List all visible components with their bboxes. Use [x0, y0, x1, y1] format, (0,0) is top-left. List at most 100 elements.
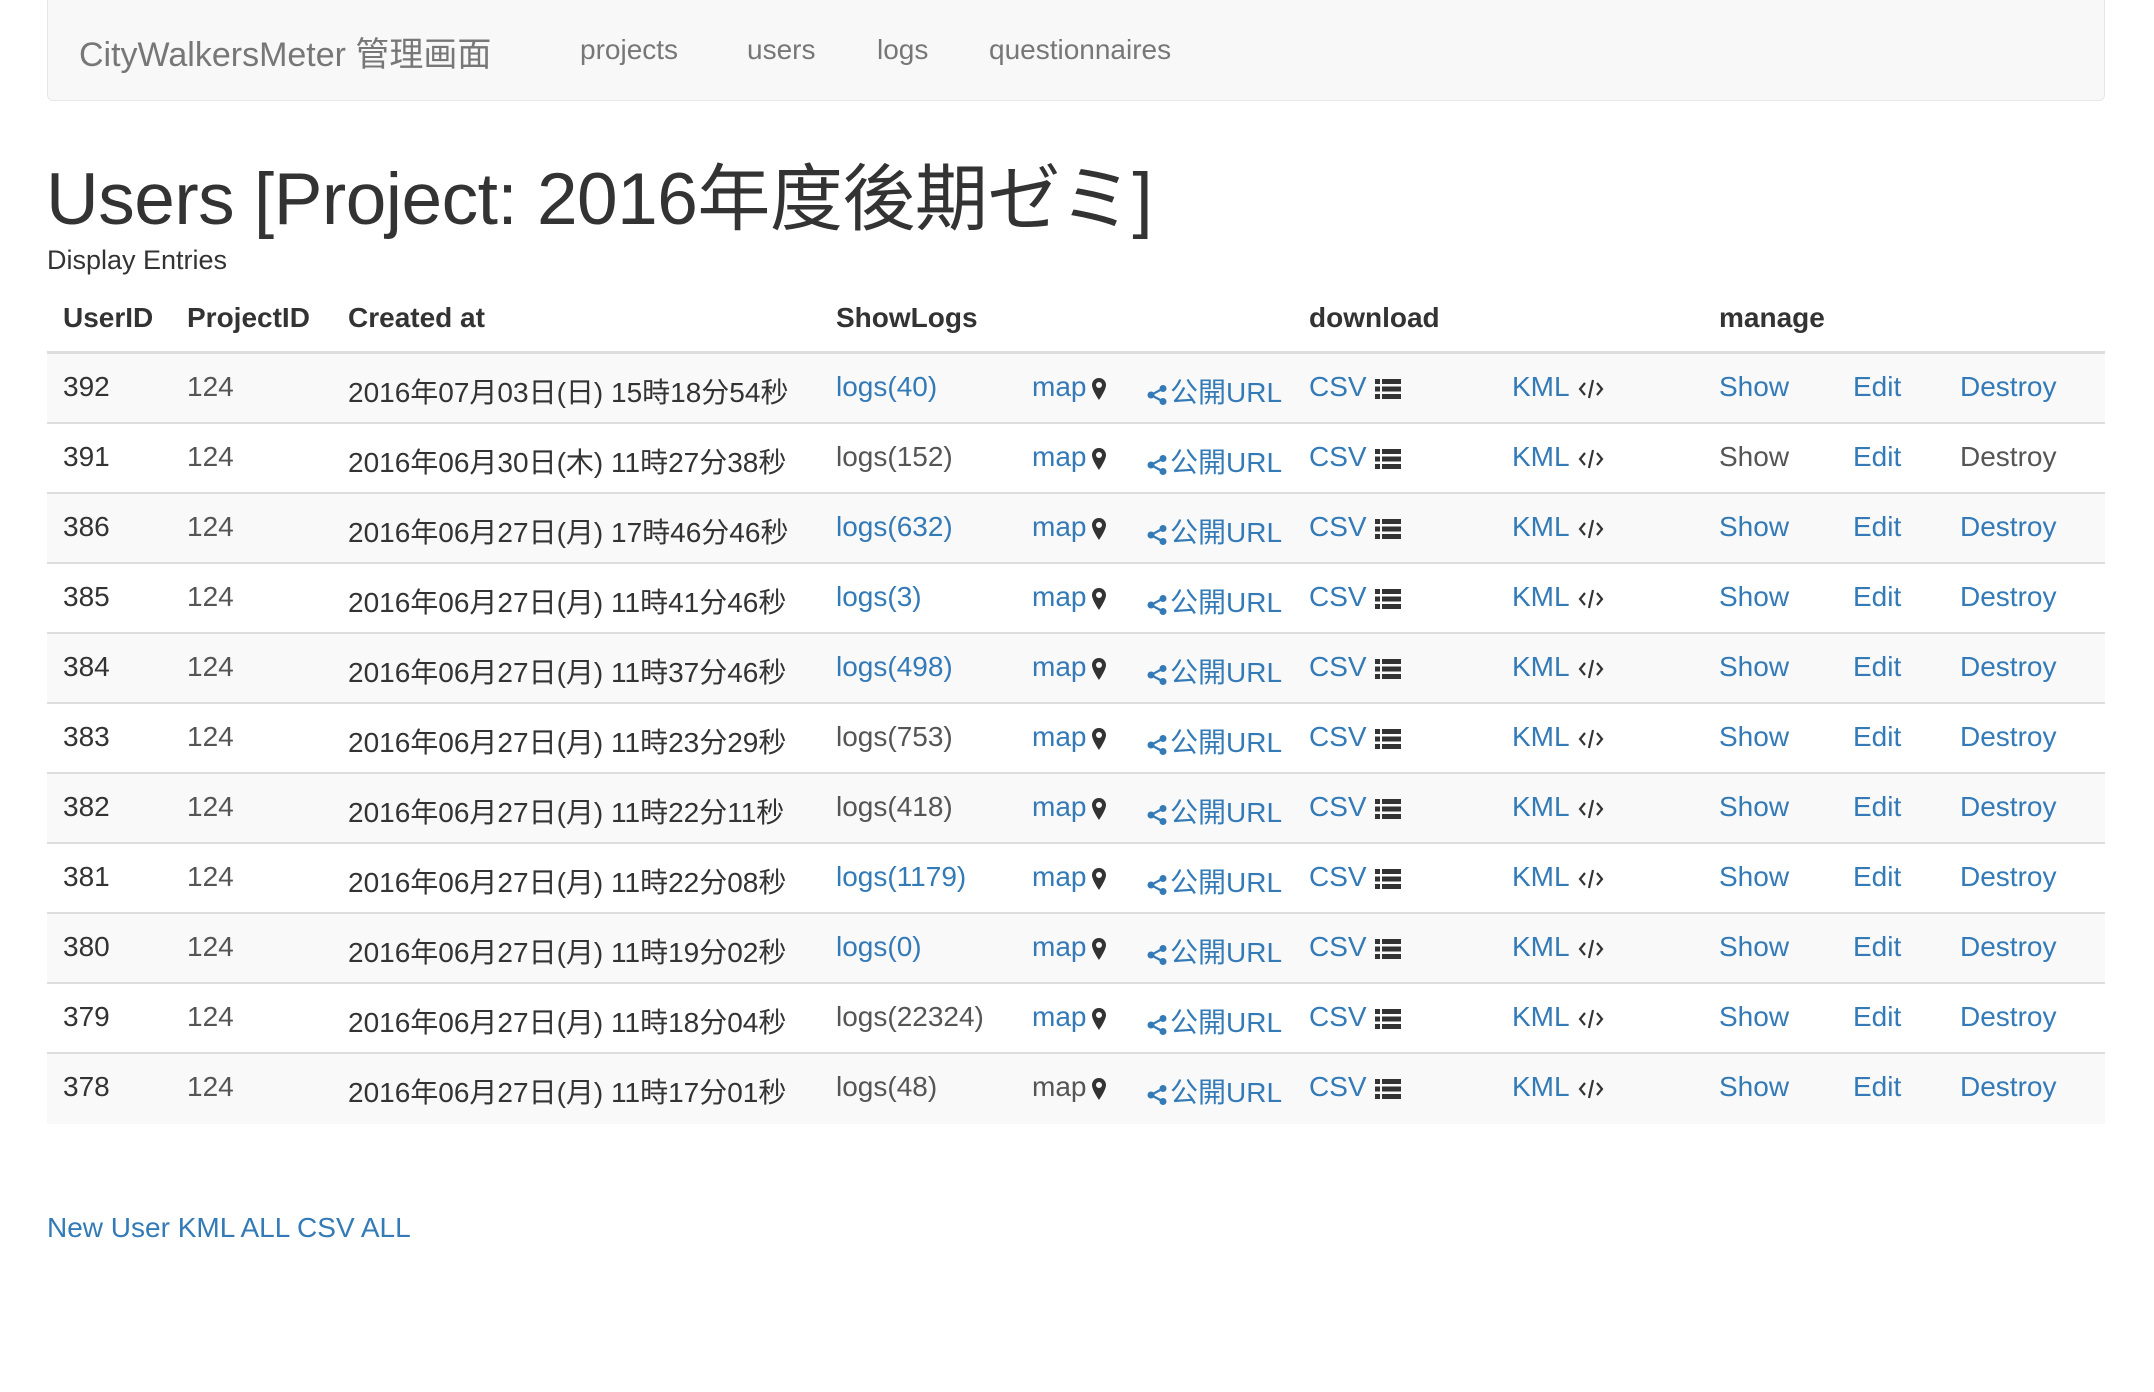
map-link[interactable]: map [1032, 721, 1107, 753]
csv-link[interactable]: CSV [1309, 441, 1401, 473]
public-url-link[interactable]: 公開URL [1146, 1071, 1282, 1111]
show-link[interactable]: Show [1719, 861, 1789, 893]
logs-link[interactable]: logs(632) [836, 511, 953, 543]
map-link[interactable]: map [1032, 441, 1107, 473]
logs-link[interactable]: logs(3) [836, 581, 922, 613]
destroy-link[interactable]: Destroy [1960, 371, 2056, 403]
nav-link-projects[interactable]: projects [580, 34, 678, 66]
csv-link[interactable]: CSV [1309, 581, 1401, 613]
public-url-label: 公開URL [1170, 377, 1283, 408]
nav-link-users[interactable]: users [747, 34, 815, 66]
edit-link[interactable]: Edit [1853, 511, 1901, 543]
edit-link[interactable]: Edit [1853, 1071, 1901, 1103]
show-link[interactable]: Show [1719, 651, 1789, 683]
edit-link[interactable]: Edit [1853, 441, 1901, 473]
csv-link[interactable]: CSV [1309, 511, 1401, 543]
public-url-link[interactable]: 公開URL [1146, 371, 1282, 411]
logs-link[interactable]: logs(40) [836, 371, 937, 403]
csv-link[interactable]: CSV [1309, 371, 1401, 403]
code-icon [1578, 589, 1604, 608]
kml-link[interactable]: KML [1512, 651, 1604, 683]
edit-link[interactable]: Edit [1853, 371, 1901, 403]
destroy-link[interactable]: Destroy [1960, 581, 2056, 613]
kml-link[interactable]: KML [1512, 931, 1604, 963]
edit-link[interactable]: Edit [1853, 931, 1901, 963]
nav-link-logs[interactable]: logs [877, 34, 928, 66]
public-url-link[interactable]: 公開URL [1146, 931, 1282, 971]
map-link[interactable]: map [1032, 651, 1107, 683]
edit-link[interactable]: Edit [1853, 721, 1901, 753]
show-link[interactable]: Show [1719, 791, 1789, 823]
show-link[interactable]: Show [1719, 1001, 1789, 1033]
destroy-link[interactable]: Destroy [1960, 791, 2056, 823]
csv-link[interactable]: CSV [1309, 861, 1401, 893]
show-link[interactable]: Show [1719, 721, 1789, 753]
table-row: 386 124 2016年06月27日(月) 17時46分46秒 logs(632) m… [47, 494, 2105, 564]
show-link[interactable]: Show [1719, 511, 1789, 543]
kml-link[interactable]: KML [1512, 791, 1604, 823]
destroy-link[interactable]: Destroy [1960, 721, 2056, 753]
kml-link[interactable]: KML [1512, 511, 1604, 543]
show-link[interactable]: Show [1719, 1071, 1789, 1103]
csv-link[interactable]: CSV [1309, 791, 1401, 823]
public-url-link[interactable]: 公開URL [1146, 581, 1282, 621]
edit-link[interactable]: Edit [1853, 861, 1901, 893]
csv-all-link[interactable]: CSV ALL [297, 1212, 411, 1243]
kml-all-link[interactable]: KML ALL [178, 1212, 290, 1243]
map-link[interactable]: map [1032, 581, 1107, 613]
nav-link-questionnaires[interactable]: questionnaires [989, 34, 1171, 66]
destroy-link[interactable]: Destroy [1960, 1001, 2056, 1033]
kml-link[interactable]: KML [1512, 861, 1604, 893]
csv-link[interactable]: CSV [1309, 931, 1401, 963]
csv-link[interactable]: CSV [1309, 721, 1401, 753]
public-url-link[interactable]: 公開URL [1146, 651, 1282, 691]
edit-link[interactable]: Edit [1853, 1001, 1901, 1033]
edit-link[interactable]: Edit [1853, 581, 1901, 613]
destroy-link[interactable]: Destroy [1960, 931, 2056, 963]
public-url-link[interactable]: 公開URL [1146, 441, 1282, 481]
show-link[interactable]: Show [1719, 581, 1789, 613]
kml-label: KML [1512, 931, 1570, 962]
map-link[interactable]: map [1032, 511, 1107, 543]
share-icon [1147, 1014, 1167, 1035]
csv-link[interactable]: CSV [1309, 1001, 1401, 1033]
public-url-label: 公開URL [1170, 1007, 1283, 1038]
destroy-link[interactable]: Destroy [1960, 1071, 2056, 1103]
new-user-link[interactable]: New User [47, 1212, 170, 1243]
public-url-link[interactable]: 公開URL [1146, 511, 1282, 551]
map-link[interactable]: map [1032, 371, 1107, 403]
destroy-link[interactable]: Destroy [1960, 861, 2056, 893]
show-link[interactable]: Show [1719, 931, 1789, 963]
public-url-link[interactable]: 公開URL [1146, 791, 1282, 831]
csv-label: CSV [1309, 651, 1367, 682]
kml-link[interactable]: KML [1512, 441, 1604, 473]
edit-link[interactable]: Edit [1853, 651, 1901, 683]
map-link-label: map [1032, 791, 1087, 822]
kml-label: KML [1512, 721, 1570, 752]
brand-link[interactable]: CityWalkersMeter 管理画面 [79, 27, 491, 76]
destroy-link[interactable]: Destroy [1960, 511, 2056, 543]
kml-link[interactable]: KML [1512, 371, 1604, 403]
kml-link[interactable]: KML [1512, 1071, 1604, 1103]
map-link-label: map [1032, 371, 1087, 402]
public-url-link[interactable]: 公開URL [1146, 861, 1282, 901]
list-icon [1374, 518, 1401, 539]
kml-link[interactable]: KML [1512, 581, 1604, 613]
map-link[interactable]: map [1032, 861, 1107, 893]
map-link[interactable]: map [1032, 1001, 1107, 1033]
public-url-link[interactable]: 公開URL [1146, 1001, 1282, 1041]
public-url-link[interactable]: 公開URL [1146, 721, 1282, 761]
map-link[interactable]: map [1032, 931, 1107, 963]
edit-link[interactable]: Edit [1853, 791, 1901, 823]
show-link[interactable]: Show [1719, 371, 1789, 403]
logs-link[interactable]: logs(0) [836, 931, 922, 963]
code-icon [1578, 379, 1604, 398]
csv-link[interactable]: CSV [1309, 1071, 1401, 1103]
map-link[interactable]: map [1032, 791, 1107, 823]
kml-link[interactable]: KML [1512, 721, 1604, 753]
destroy-link[interactable]: Destroy [1960, 651, 2056, 683]
csv-link[interactable]: CSV [1309, 651, 1401, 683]
logs-link[interactable]: logs(498) [836, 651, 953, 683]
logs-link[interactable]: logs(1179) [836, 861, 966, 893]
kml-link[interactable]: KML [1512, 1001, 1604, 1033]
